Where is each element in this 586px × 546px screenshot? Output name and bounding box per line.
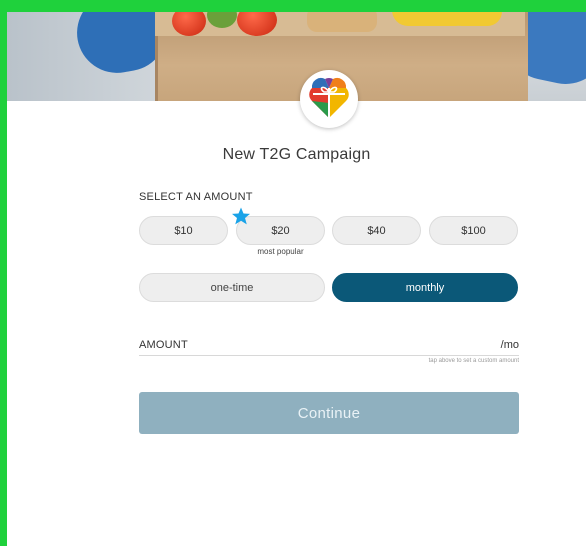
continue-button[interactable]: Continue <box>139 392 519 434</box>
amount-option-40[interactable]: $40 <box>332 216 421 245</box>
campaign-title: New T2G Campaign <box>222 146 371 163</box>
hero-image <box>7 12 586 101</box>
star-icon <box>232 207 250 225</box>
most-popular-note: most popular <box>257 247 304 256</box>
campaign-logo <box>300 70 358 128</box>
custom-amount-field[interactable] <box>139 355 519 356</box>
amount-option-100[interactable]: $100 <box>429 216 518 245</box>
one-time-toggle[interactable]: one-time <box>139 273 325 302</box>
select-amount-label: SELECT AN AMOUNT <box>139 191 253 203</box>
custom-amount-hint: tap above to set a custom amount <box>428 358 519 364</box>
custom-amount-suffix: /mo <box>500 339 519 351</box>
monthly-toggle[interactable]: monthly <box>332 273 518 302</box>
donation-panel: New T2G Campaign SELECT AN AMOUNT $10 $2… <box>7 12 586 546</box>
amount-option-10[interactable]: $10 <box>139 216 228 245</box>
custom-amount-label: AMOUNT <box>139 339 188 351</box>
